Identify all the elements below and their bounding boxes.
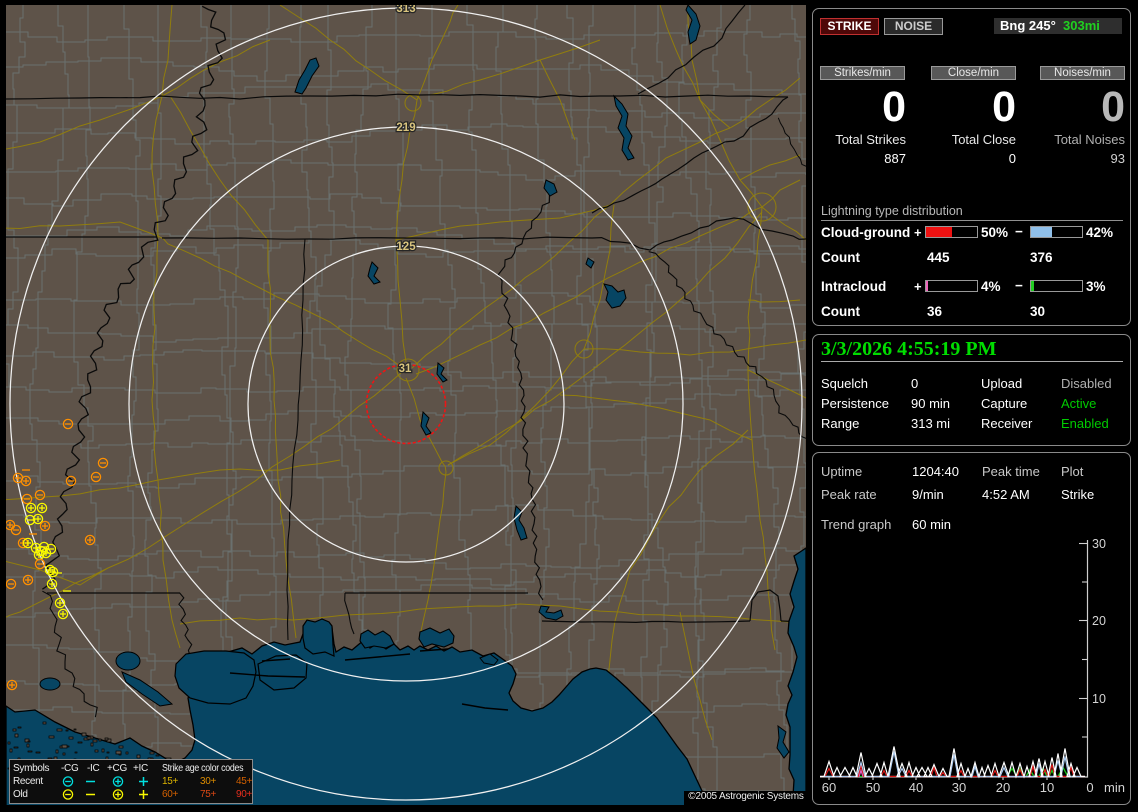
svg-text:min: min — [1104, 780, 1125, 795]
svg-text:50: 50 — [866, 780, 880, 795]
svg-text:10: 10 — [1092, 692, 1106, 706]
svg-text:40: 40 — [909, 780, 923, 795]
svg-text:10: 10 — [1040, 780, 1054, 795]
svg-text:20: 20 — [996, 780, 1010, 795]
svg-text:30: 30 — [952, 780, 966, 795]
svg-text:31: 31 — [399, 363, 412, 375]
svg-text:30: 30 — [1092, 537, 1106, 551]
svg-text:219: 219 — [396, 122, 415, 134]
svg-text:0: 0 — [1086, 780, 1093, 795]
svg-text:60: 60 — [822, 780, 836, 795]
svg-text:125: 125 — [396, 241, 416, 253]
svg-text:20: 20 — [1092, 614, 1106, 628]
